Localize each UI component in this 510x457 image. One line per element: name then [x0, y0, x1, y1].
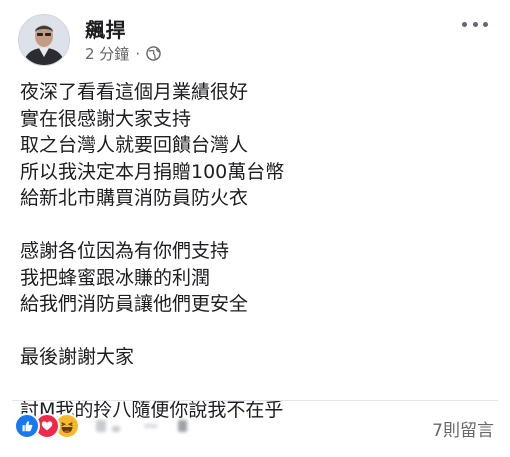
globe-icon[interactable]	[146, 46, 161, 61]
post-paragraph: 夜深了看看這個月業績很好 實在很感謝大家支持 取之台灣人就要回饋台灣人 所以我決…	[20, 79, 490, 212]
more-horizontal-icon[interactable]	[462, 14, 488, 34]
post-paragraph: 最後謝謝大家	[20, 344, 490, 371]
post-line: 取之台灣人就要回饋台灣人	[20, 134, 249, 156]
comments-count-link[interactable]: 7則留言	[432, 416, 494, 441]
post-line: 感謝各位因為有你們支持	[20, 240, 230, 262]
post-body: 夜深了看看這個月業績很好 實在很感謝大家支持 取之台灣人就要回饋台灣人 所以我決…	[20, 79, 490, 424]
reaction-summary[interactable]	[14, 413, 187, 439]
post-line: 實在很感謝大家支持	[20, 107, 192, 130]
post-line: 所以我決定本月捐贈100萬台幣	[20, 160, 285, 183]
post-time[interactable]: 2 分鐘	[85, 43, 129, 64]
redacted-reaction-names	[96, 420, 187, 432]
avatar[interactable]	[18, 14, 70, 66]
post-meta: 2 分鐘 ·	[85, 43, 161, 64]
meta-separator: ·	[135, 44, 141, 63]
post-line: 夜深了看看這個月業績很好	[20, 81, 249, 103]
avatar-image	[19, 15, 69, 65]
post-paragraph: 感謝各位因為有你們支持 我把蜂蜜跟冰賺的利潤 給我們消防員讓他們更安全	[20, 238, 490, 318]
post-line: 給新北市購買消防員防火衣	[20, 187, 249, 209]
post-footer: 7則留言	[14, 409, 494, 447]
post-line: 給我們消防員讓他們更安全	[20, 293, 249, 315]
post-line: 最後謝謝大家	[20, 346, 135, 368]
post-line: 我把蜂蜜跟冰賺的利潤	[20, 266, 211, 289]
author-name[interactable]: 飆捍	[85, 14, 126, 43]
footer-divider	[12, 400, 498, 401]
facebook-post-card: 飆捍 2 分鐘 · 夜深了看看這個月業績很好 實在很感謝大家支持 取之台灣人就要…	[0, 0, 510, 457]
post-header: 飆捍 2 分鐘 ·	[18, 12, 494, 68]
like-icon	[14, 413, 40, 439]
